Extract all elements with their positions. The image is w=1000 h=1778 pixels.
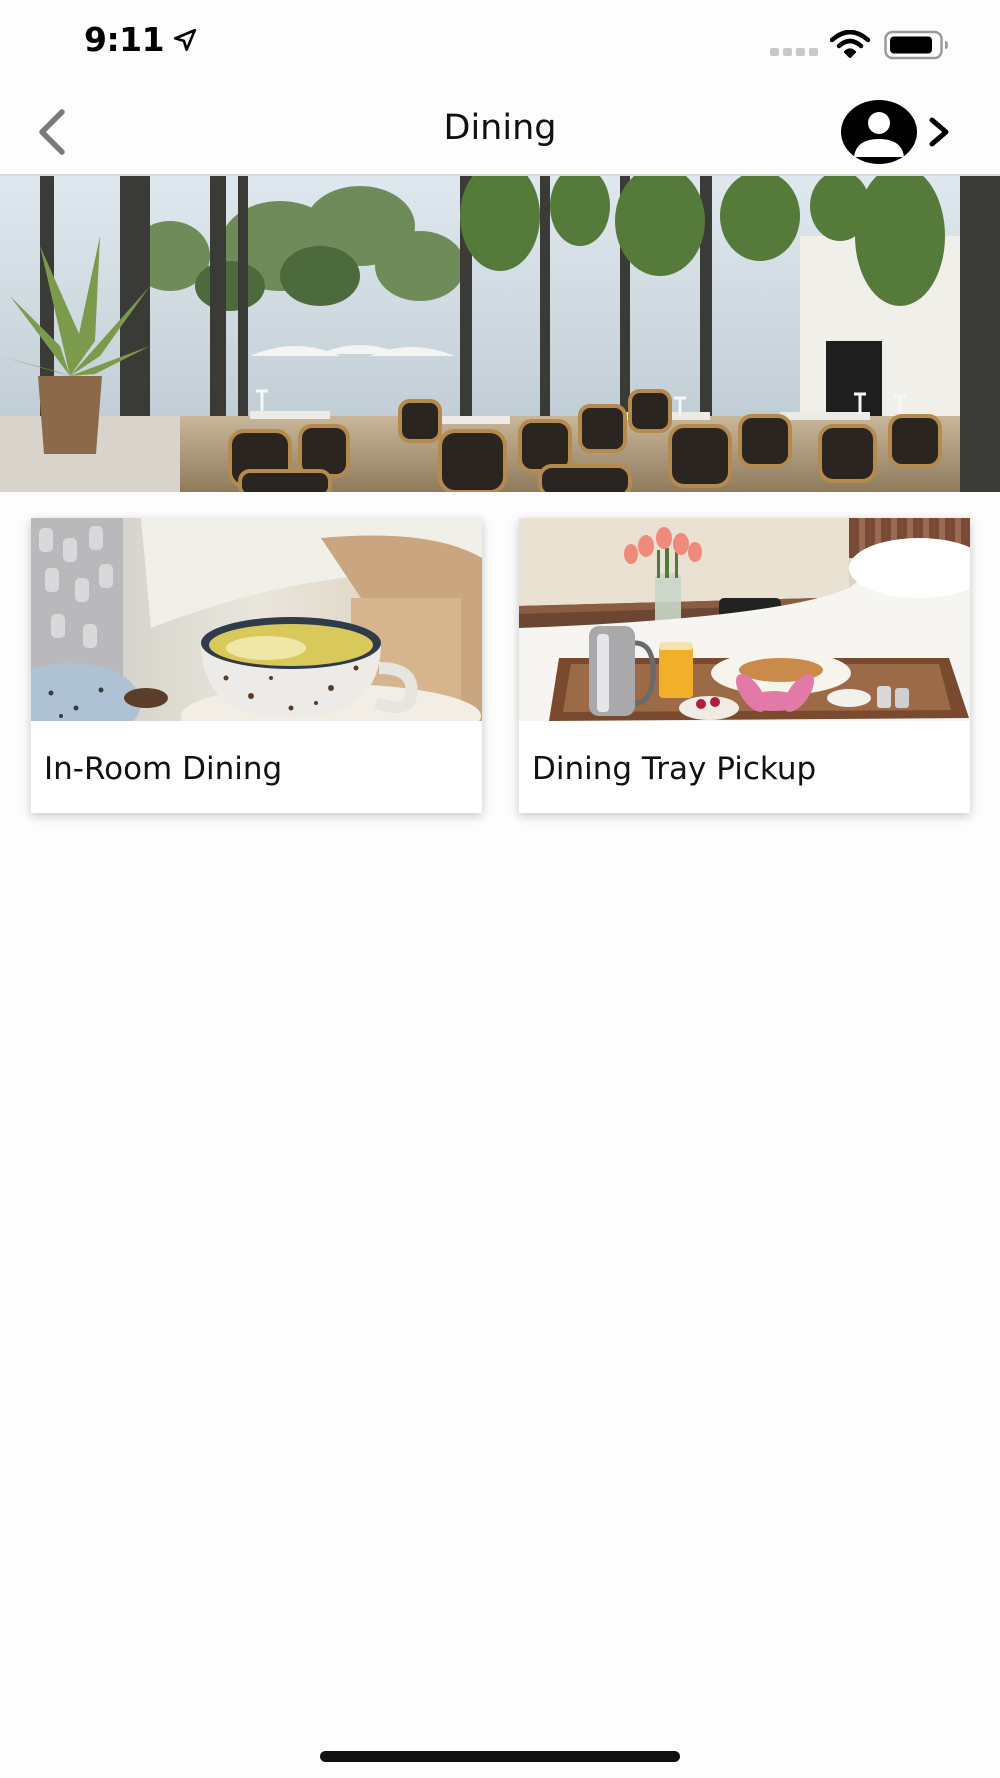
battery-icon (884, 30, 948, 60)
nav-bar: Dining (0, 90, 1000, 176)
dining-tray-pickup-card[interactable]: Dining Tray Pickup (519, 518, 970, 813)
wifi-icon (830, 30, 870, 58)
location-arrow-icon (174, 28, 197, 51)
status-time-group: 9:11 (84, 20, 198, 59)
breakfast-tray-photo (519, 518, 970, 721)
user-circle-icon (841, 100, 917, 164)
status-bar: 9:11 (0, 0, 1000, 90)
hero-image (0, 176, 1000, 492)
card-label: Dining Tray Pickup (532, 751, 817, 787)
home-indicator[interactable] (320, 1751, 680, 1762)
profile-button[interactable] (840, 98, 960, 166)
restaurant-dining-room-photo (0, 176, 1000, 492)
card-label: In-Room Dining (44, 751, 283, 787)
tea-cup-photo (31, 518, 482, 721)
signal-icon (770, 48, 818, 56)
in-room-dining-card[interactable]: In-Room Dining (31, 518, 482, 813)
status-time: 9:11 (84, 20, 165, 59)
chevron-right-icon (929, 117, 949, 147)
